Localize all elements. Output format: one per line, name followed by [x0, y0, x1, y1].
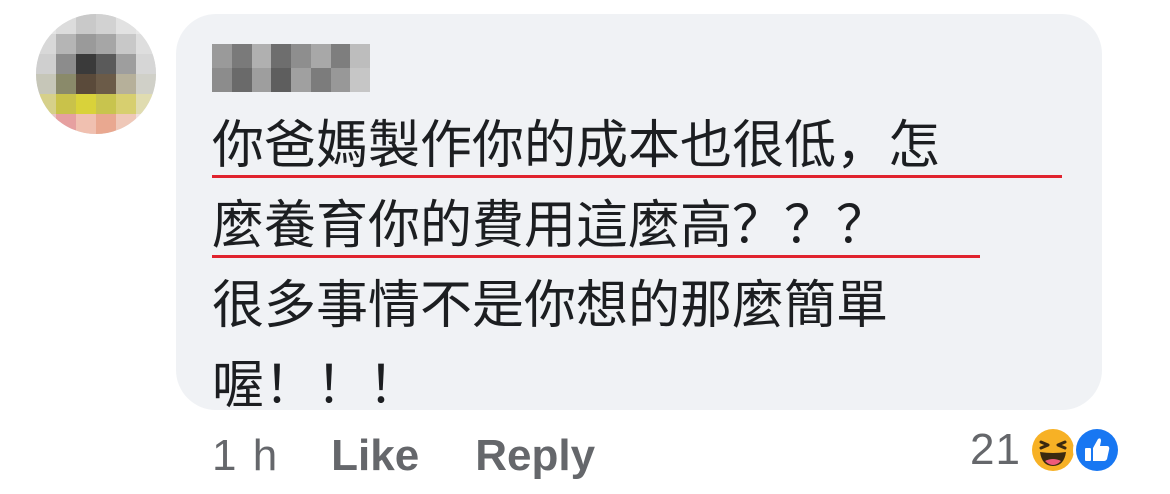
avatar[interactable]: [36, 14, 156, 134]
comment-line-1: 你爸媽製作你的成本也很低，怎: [212, 106, 1082, 186]
reactions-summary[interactable]: 21: [970, 424, 1123, 476]
comment-meta-row: 1 h Like Reply: [212, 428, 595, 484]
comment-line-1-text: 你爸媽製作你的成本也很低，怎: [212, 116, 941, 176]
comment-line-4-text: 喔！！！: [212, 356, 421, 416]
comment-timestamp[interactable]: 1 h: [212, 428, 279, 484]
author-name-pixelated[interactable]: [212, 44, 370, 92]
comment-line-2-text: 麼養育你的費用這麼高？？？: [212, 196, 889, 256]
annotation-underline-2: [212, 255, 980, 258]
like-icon: [1071, 424, 1123, 476]
comment-text: 你爸媽製作你的成本也很低，怎 麼養育你的費用這麼高？？？ 很多事情不是你想的那麼…: [212, 106, 1082, 426]
avatar-pixelated-image: [36, 14, 156, 134]
comment-container: 你爸媽製作你的成本也很低，怎 麼養育你的費用這麼高？？？ 很多事情不是你想的那麼…: [0, 0, 1170, 494]
comment-bubble: 你爸媽製作你的成本也很低，怎 麼養育你的費用這麼高？？？ 很多事情不是你想的那麼…: [176, 14, 1102, 416]
comment-line-3-text: 很多事情不是你想的那麼簡單: [212, 276, 889, 336]
comment-line-4: 喔！！！: [212, 346, 1082, 426]
like-button[interactable]: Like: [331, 428, 419, 484]
reaction-count: 21: [970, 425, 1021, 474]
annotation-underline-1: [212, 175, 1062, 178]
reply-button[interactable]: Reply: [475, 428, 595, 484]
comment-line-2: 麼養育你的費用這麼高？？？: [212, 186, 1082, 266]
comment-line-3: 很多事情不是你想的那麼簡單: [212, 266, 1082, 346]
